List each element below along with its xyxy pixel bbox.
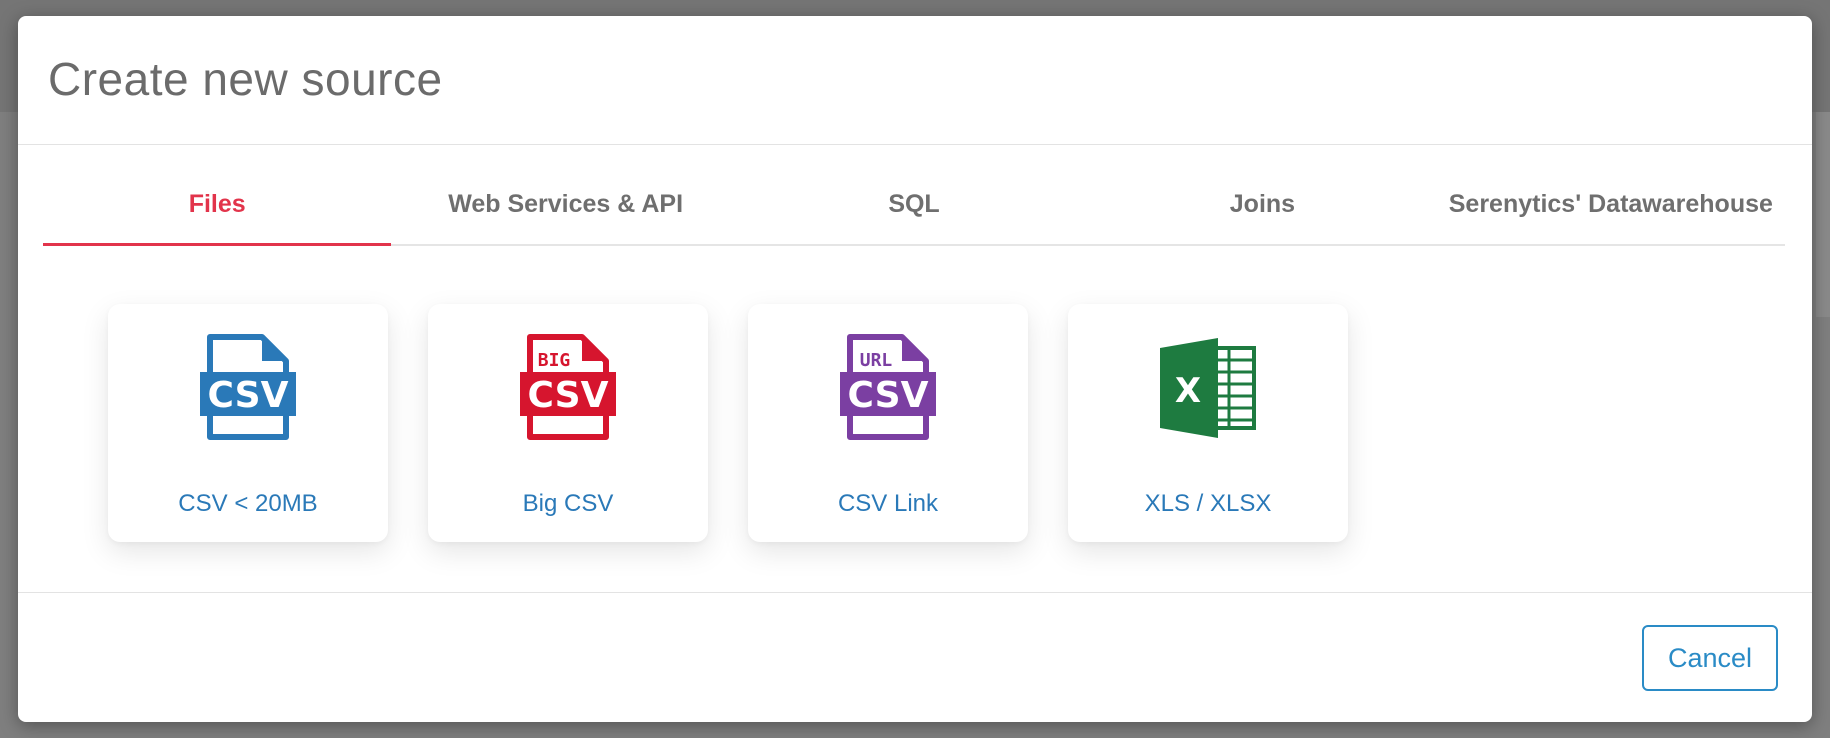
source-type-tabs: Files Web Services & API SQL Joins Seren… [43,184,1785,246]
excel-icon: X [1160,338,1256,438]
csv-link-source-card[interactable]: URL CSV CSV Link [748,304,1028,542]
svg-text:CSV: CSV [528,375,609,416]
tab-datawarehouse[interactable]: Serenytics' Datawarehouse [1437,184,1785,244]
tab-sql[interactable]: SQL [740,184,1088,244]
card-label: CSV < 20MB [178,490,318,517]
modal-title: Create new source [48,53,443,105]
svg-text:CSV: CSV [208,375,289,416]
modal-header: Create new source [18,16,1812,145]
svg-text:CSV: CSV [848,375,929,416]
url-csv-file-icon: URL CSV [840,334,936,440]
file-source-cards: CSV CSV < 20MB BIG CSV Big CSV URL CSV C… [108,304,1348,542]
svg-text:BIG: BIG [538,350,571,371]
cancel-button[interactable]: Cancel [1642,625,1778,691]
big-csv-file-icon: BIG CSV [520,334,616,440]
create-source-modal: Create new source Files Web Services & A… [18,16,1812,722]
card-label: Big CSV [522,490,614,517]
tab-files[interactable]: Files [43,184,392,246]
csv-file-icon: CSV [200,334,296,440]
svg-text:X: X [1175,371,1201,411]
big-csv-source-card[interactable]: BIG CSV Big CSV [428,304,708,542]
svg-text:URL: URL [860,350,893,371]
csv-source-card[interactable]: CSV CSV < 20MB [108,304,388,542]
card-label: CSV Link [837,490,939,517]
xls-source-card[interactable]: X XLS / XLSX [1068,304,1348,542]
tab-joins[interactable]: Joins [1088,184,1436,244]
tab-web-services-api[interactable]: Web Services & API [391,184,739,244]
backdrop-side [1816,112,1830,317]
card-label: XLS / XLSX [1144,490,1272,517]
modal-footer: Cancel [18,592,1812,722]
